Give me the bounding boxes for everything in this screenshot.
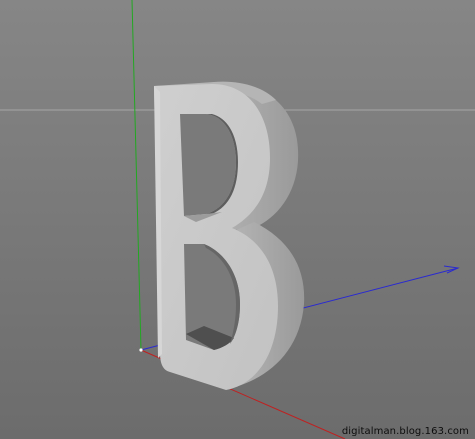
viewport-canvas[interactable]: [0, 0, 475, 439]
watermark-text: digitalman.blog.163.com: [341, 426, 469, 437]
3d-viewport[interactable]: digitalman.blog.163.com: [0, 0, 475, 439]
origin-marker: [139, 348, 143, 352]
